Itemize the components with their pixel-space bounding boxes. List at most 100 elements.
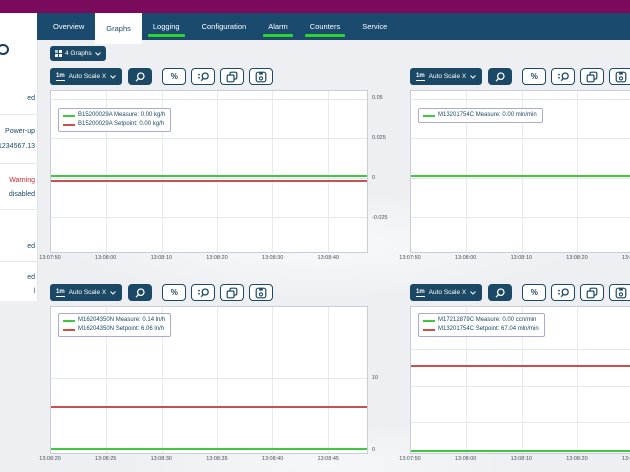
y-axis-tick-label: 0.025 [372, 135, 386, 141]
copy-button[interactable] [580, 284, 604, 301]
copy-icon [586, 71, 598, 83]
auto-scale-dropdown[interactable]: 1m Auto Scale X [410, 68, 482, 85]
zoom-button[interactable] [488, 284, 512, 301]
y-axis-tick-label: 0.05 [372, 95, 383, 101]
tab-counters[interactable]: Counters [299, 13, 351, 40]
graph-toolbar: 1m Auto Scale X % [410, 284, 630, 301]
horizontal-gridline [51, 138, 367, 139]
horizontal-gridline [411, 386, 630, 387]
sidebar-divider [0, 261, 37, 262]
legend-label: M13201754C Setpoint: 67.04 mln/min [438, 325, 539, 334]
sidebar-status-text: l [33, 288, 35, 295]
magnifier-icon [134, 71, 146, 83]
graph-count-dropdown[interactable]: 4 Graphs [50, 46, 106, 61]
magnifier-icon [494, 71, 506, 83]
plot-wrapper: B15200029A Measure: 0.00 kg/hB15200029A … [50, 90, 368, 253]
vertical-gridline [272, 307, 273, 453]
chevron-down-icon [95, 52, 101, 56]
legend-box: M17212879C Measure: 0.00 ccn/minM1320175… [418, 313, 545, 337]
zoom-selection-button[interactable] [551, 68, 575, 85]
legend-entry: M13201754C Setpoint: 67.04 mln/min [423, 325, 539, 334]
percent-scale-button[interactable]: % [522, 68, 546, 85]
y-axis: 100 [368, 306, 394, 454]
tab-overview[interactable]: Overview [42, 13, 95, 40]
x-axis-tick-label: 13:08:10 [511, 255, 532, 261]
copy-button[interactable] [220, 68, 244, 85]
vertical-gridline [217, 307, 218, 453]
zoom-button[interactable] [488, 68, 512, 85]
x-axis-tick-label: 13:08:20 [566, 255, 587, 261]
application-window: Overview Graphs Logging Configuration Al… [0, 0, 630, 472]
copy-button[interactable] [220, 284, 244, 301]
graph-panel-bottom-left: 1m Auto Scale X % [50, 284, 368, 467]
sidebar-powerup-text: Power-up [5, 128, 35, 135]
x-axis-tick-label: 13:08:00 [455, 456, 476, 462]
series-line-measure [51, 448, 367, 450]
graph-toolbar: 1m Auto Scale X % [50, 284, 368, 301]
tab-alarm[interactable]: Alarm [257, 13, 299, 40]
save-image-button[interactable] [609, 284, 630, 301]
x-axis-tick-label: 13:08:30 [151, 456, 172, 462]
zoom-selection-button[interactable] [551, 284, 575, 301]
save-image-button[interactable] [249, 284, 273, 301]
tab-service[interactable]: Service [351, 13, 398, 40]
percent-scale-button[interactable]: % [162, 68, 186, 85]
percent-scale-button[interactable]: % [162, 284, 186, 301]
legend-label: M13201754C Measure: 0.00 mln/min [438, 111, 537, 120]
x-axis-tick-label: 13:07:50 [399, 456, 420, 462]
interval-icon: 1m [416, 73, 425, 81]
x-axis: 13:07:5013:08:0013:08:1013:08:2013:08:30… [410, 255, 630, 266]
plot-wrapper: M16204350N Measure: 0.14 ln/hM16204350N … [50, 306, 368, 454]
copy-icon [226, 287, 238, 299]
horizontal-gridline [411, 349, 630, 350]
zoom-selection-button[interactable] [191, 68, 215, 85]
y-axis-tick-label: 10 [372, 375, 378, 381]
horizontal-gridline [51, 217, 367, 218]
auto-scale-dropdown[interactable]: 1m Auto Scale X [410, 284, 482, 301]
graph-panel-top-left: 1m Auto Scale X % [50, 68, 368, 266]
grid-layout-icon [55, 50, 62, 57]
x-axis-tick-label: 13:08:40 [318, 255, 339, 261]
x-axis-tick-label: 13:08:10 [511, 456, 532, 462]
percent-scale-button[interactable]: % [522, 284, 546, 301]
sidebar-warning-text: Warning [9, 177, 35, 184]
save-image-button[interactable] [249, 68, 273, 85]
legend-swatch-icon [63, 115, 75, 117]
series-line-setpoint [51, 406, 367, 408]
horizontal-gridline [411, 178, 630, 179]
sidebar-status-text: ed [27, 274, 35, 281]
horizontal-gridline [411, 138, 630, 139]
percent-label: % [171, 288, 178, 297]
legend-swatch-icon [63, 124, 75, 126]
zoom-button[interactable] [128, 68, 152, 85]
save-icon [615, 287, 627, 299]
plot-wrapper: M17212879C Measure: 0.00 ccn/minM1320175… [410, 306, 630, 454]
save-icon [255, 287, 267, 299]
interval-icon: 1m [416, 289, 425, 297]
auto-scale-dropdown[interactable]: 1m Auto Scale X [50, 68, 122, 85]
sidebar-status-text: ed [27, 95, 35, 102]
vertical-gridline [272, 91, 273, 252]
legend-swatch-icon [423, 320, 435, 322]
vertical-gridline [328, 91, 329, 252]
y-axis-tick-label: -0.025 [372, 215, 388, 221]
legend-label: M17212879C Measure: 0.00 ccn/min [438, 316, 536, 325]
percent-label: % [531, 72, 538, 81]
tab-configuration[interactable]: Configuration [191, 13, 258, 40]
auto-scale-dropdown[interactable]: 1m Auto Scale X [50, 284, 122, 301]
tab-graphs[interactable]: Graphs [95, 13, 142, 44]
x-axis: 13:07:5013:08:0013:08:1013:08:2013:08:30… [50, 255, 368, 266]
x-axis-tick-label: 13:08:00 [95, 255, 116, 261]
magnifier-dots-icon [197, 287, 210, 299]
magnifier-icon [494, 287, 506, 299]
save-image-button[interactable] [609, 68, 630, 85]
legend-entry: M17212879C Measure: 0.00 ccn/min [423, 316, 539, 325]
tab-logging[interactable]: Logging [142, 13, 191, 40]
legend-entry: B15200029A Setpoint: 0.00 kg/h [63, 120, 165, 129]
legend-box: M16204350N Measure: 0.14 ln/hM16204350N … [58, 313, 171, 337]
zoom-button[interactable] [128, 284, 152, 301]
copy-icon [226, 71, 238, 83]
copy-button[interactable] [580, 68, 604, 85]
graph-count-label: 4 Graphs [65, 50, 92, 57]
zoom-selection-button[interactable] [191, 284, 215, 301]
